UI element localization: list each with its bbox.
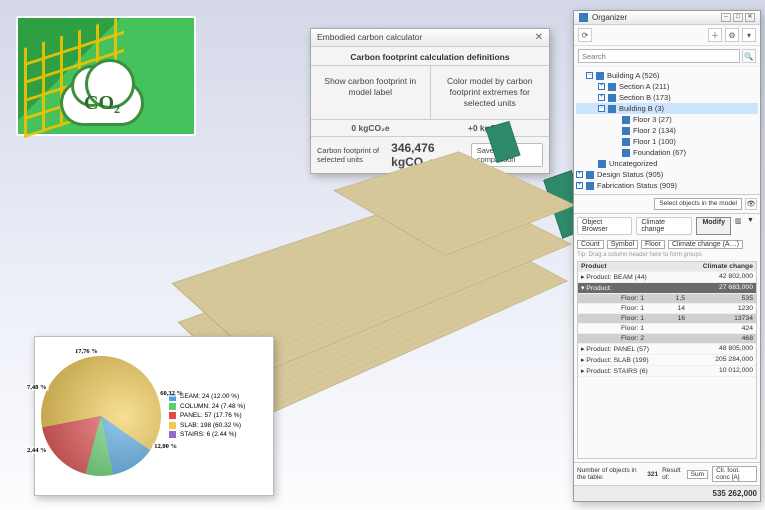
pie-label: 17,76 %: [73, 348, 100, 355]
legend-item: SLAB: 198 (60.32 %): [169, 421, 245, 430]
organizer-title: Organizer: [592, 13, 627, 22]
cube-icon: [579, 13, 588, 22]
value-current: 0 kgCO₂e: [311, 120, 430, 136]
chevron-down-icon[interactable]: ▾: [742, 28, 756, 42]
close-icon[interactable]: ✕: [745, 13, 755, 22]
result-label: Result of:: [662, 467, 683, 481]
window-titlebar[interactable]: Embodied carbon calculator ✕: [311, 29, 549, 47]
window-title: Embodied carbon calculator: [317, 32, 422, 43]
category-tree: −Building A (526)+Section A (211)+Sectio…: [574, 67, 760, 194]
legend-item: COLUMN: 24 (7.48 %): [169, 402, 245, 411]
tree-node[interactable]: Floor 3 (27): [576, 114, 758, 125]
group-climate[interactable]: Climate change (A…): [668, 240, 743, 249]
pie-chart: [17, 332, 184, 499]
group-tip: Tip: Drag a column header here to form g…: [577, 251, 757, 261]
organizer-titlebar[interactable]: Organizer – □ ✕: [574, 11, 760, 25]
eye-icon[interactable]: 👁: [745, 198, 757, 210]
table-row[interactable]: Floor: 1141230: [578, 304, 756, 314]
table-row[interactable]: Floor: 11613734: [578, 314, 756, 324]
modify-button[interactable]: Modify: [696, 217, 731, 235]
tree-node[interactable]: −Building A (526): [576, 70, 758, 81]
pie-chart-panel: 7,48 % 17,76 % 60,32 % 12,00 % 2,44 % BE…: [34, 336, 274, 496]
tree-node[interactable]: +Design Status (905): [576, 169, 758, 180]
pie-label: 12,00 %: [152, 443, 179, 450]
color-model-button[interactable]: Color model by carbon footprint extremes…: [431, 66, 550, 119]
tree-node[interactable]: +Section B (173): [576, 92, 758, 103]
tree-node[interactable]: −Building B (3): [576, 103, 758, 114]
table-row[interactable]: Floor: 11,5535: [578, 294, 756, 304]
table-row[interactable]: ▸ Product: STAIRS (6)10 012,000: [578, 366, 756, 377]
product-table: ProductClimate change▸ Product: BEAM (44…: [577, 261, 757, 459]
tree-node[interactable]: +Fabrication Status (909): [576, 180, 758, 191]
object-count: 321: [647, 471, 658, 478]
sync-icon[interactable]: ⟳: [578, 28, 592, 42]
table-row[interactable]: Floor: 2468: [578, 334, 756, 344]
tree-node[interactable]: Floor 2 (134): [576, 125, 758, 136]
tab-object-browser[interactable]: Object Browser: [577, 217, 632, 235]
total-value: 535 262,000: [574, 485, 760, 501]
tree-node[interactable]: Uncategorized: [576, 158, 758, 169]
search-icon[interactable]: 🔍: [742, 49, 756, 63]
maximize-icon[interactable]: □: [733, 13, 743, 22]
gear-icon[interactable]: ⚙: [725, 28, 739, 42]
show-footprint-button[interactable]: Show carbon footprint in model label: [311, 66, 431, 119]
chart-icon[interactable]: ▥: [735, 217, 745, 227]
minimize-icon[interactable]: –: [721, 13, 731, 22]
expand-icon[interactable]: ▼: [747, 217, 757, 227]
plus-icon[interactable]: ＋: [708, 28, 722, 42]
pie-label: 7,48 %: [25, 384, 49, 391]
table-row[interactable]: Floor: 1424: [578, 324, 756, 334]
pie-label: 2,44 %: [25, 447, 49, 454]
tree-node[interactable]: +Section A (211): [576, 81, 758, 92]
legend-item: STAIRS: 6 (2.44 %): [169, 430, 245, 439]
logo-text: CO₂: [63, 93, 141, 113]
legend-item: PANEL: 57 (17.76 %): [169, 411, 245, 420]
organizer-toolbar: ⟳ ＋ ⚙ ▾: [574, 25, 760, 46]
calc-subtitle: Carbon footprint calculation definitions: [311, 47, 549, 65]
tree-node[interactable]: Foundation (67): [576, 147, 758, 158]
co2-logo: CO₂: [16, 16, 196, 136]
search-input[interactable]: [578, 49, 740, 63]
select-objects-button[interactable]: Select objects in the model: [654, 198, 742, 210]
table-row[interactable]: ▾ Product:27 683,000: [578, 283, 756, 294]
footprint-label: Carbon footprint of selected units: [317, 146, 387, 164]
pie-label: 60,32 %: [158, 390, 185, 397]
object-count-label: Number of objects in the table:: [577, 467, 643, 481]
table-row[interactable]: ▸ Product: SLAB (199)205 284,000: [578, 355, 756, 366]
group-symbol[interactable]: Symbol: [607, 240, 638, 249]
tab-climate-change[interactable]: Climate change: [636, 217, 692, 235]
organizer-panel: Organizer – □ ✕ ⟳ ＋ ⚙ ▾ 🔍 −Building A (5…: [573, 10, 761, 502]
group-floor[interactable]: Floor: [641, 240, 665, 249]
tree-node[interactable]: Floor 1 (100): [576, 136, 758, 147]
group-count[interactable]: Count: [577, 240, 604, 249]
table-row[interactable]: ▸ Product: BEAM (44)42 802,000: [578, 272, 756, 283]
pie-legend: BEAM: 24 (12.00 %)COLUMN: 24 (7.48 %)PAN…: [169, 392, 245, 439]
unit-select[interactable]: Cli. foot. conc [A]: [712, 466, 757, 482]
close-icon[interactable]: ✕: [535, 32, 543, 43]
result-select[interactable]: Sum: [687, 470, 708, 479]
table-row[interactable]: ▸ Product: PANEL (57)48 805,000: [578, 344, 756, 355]
